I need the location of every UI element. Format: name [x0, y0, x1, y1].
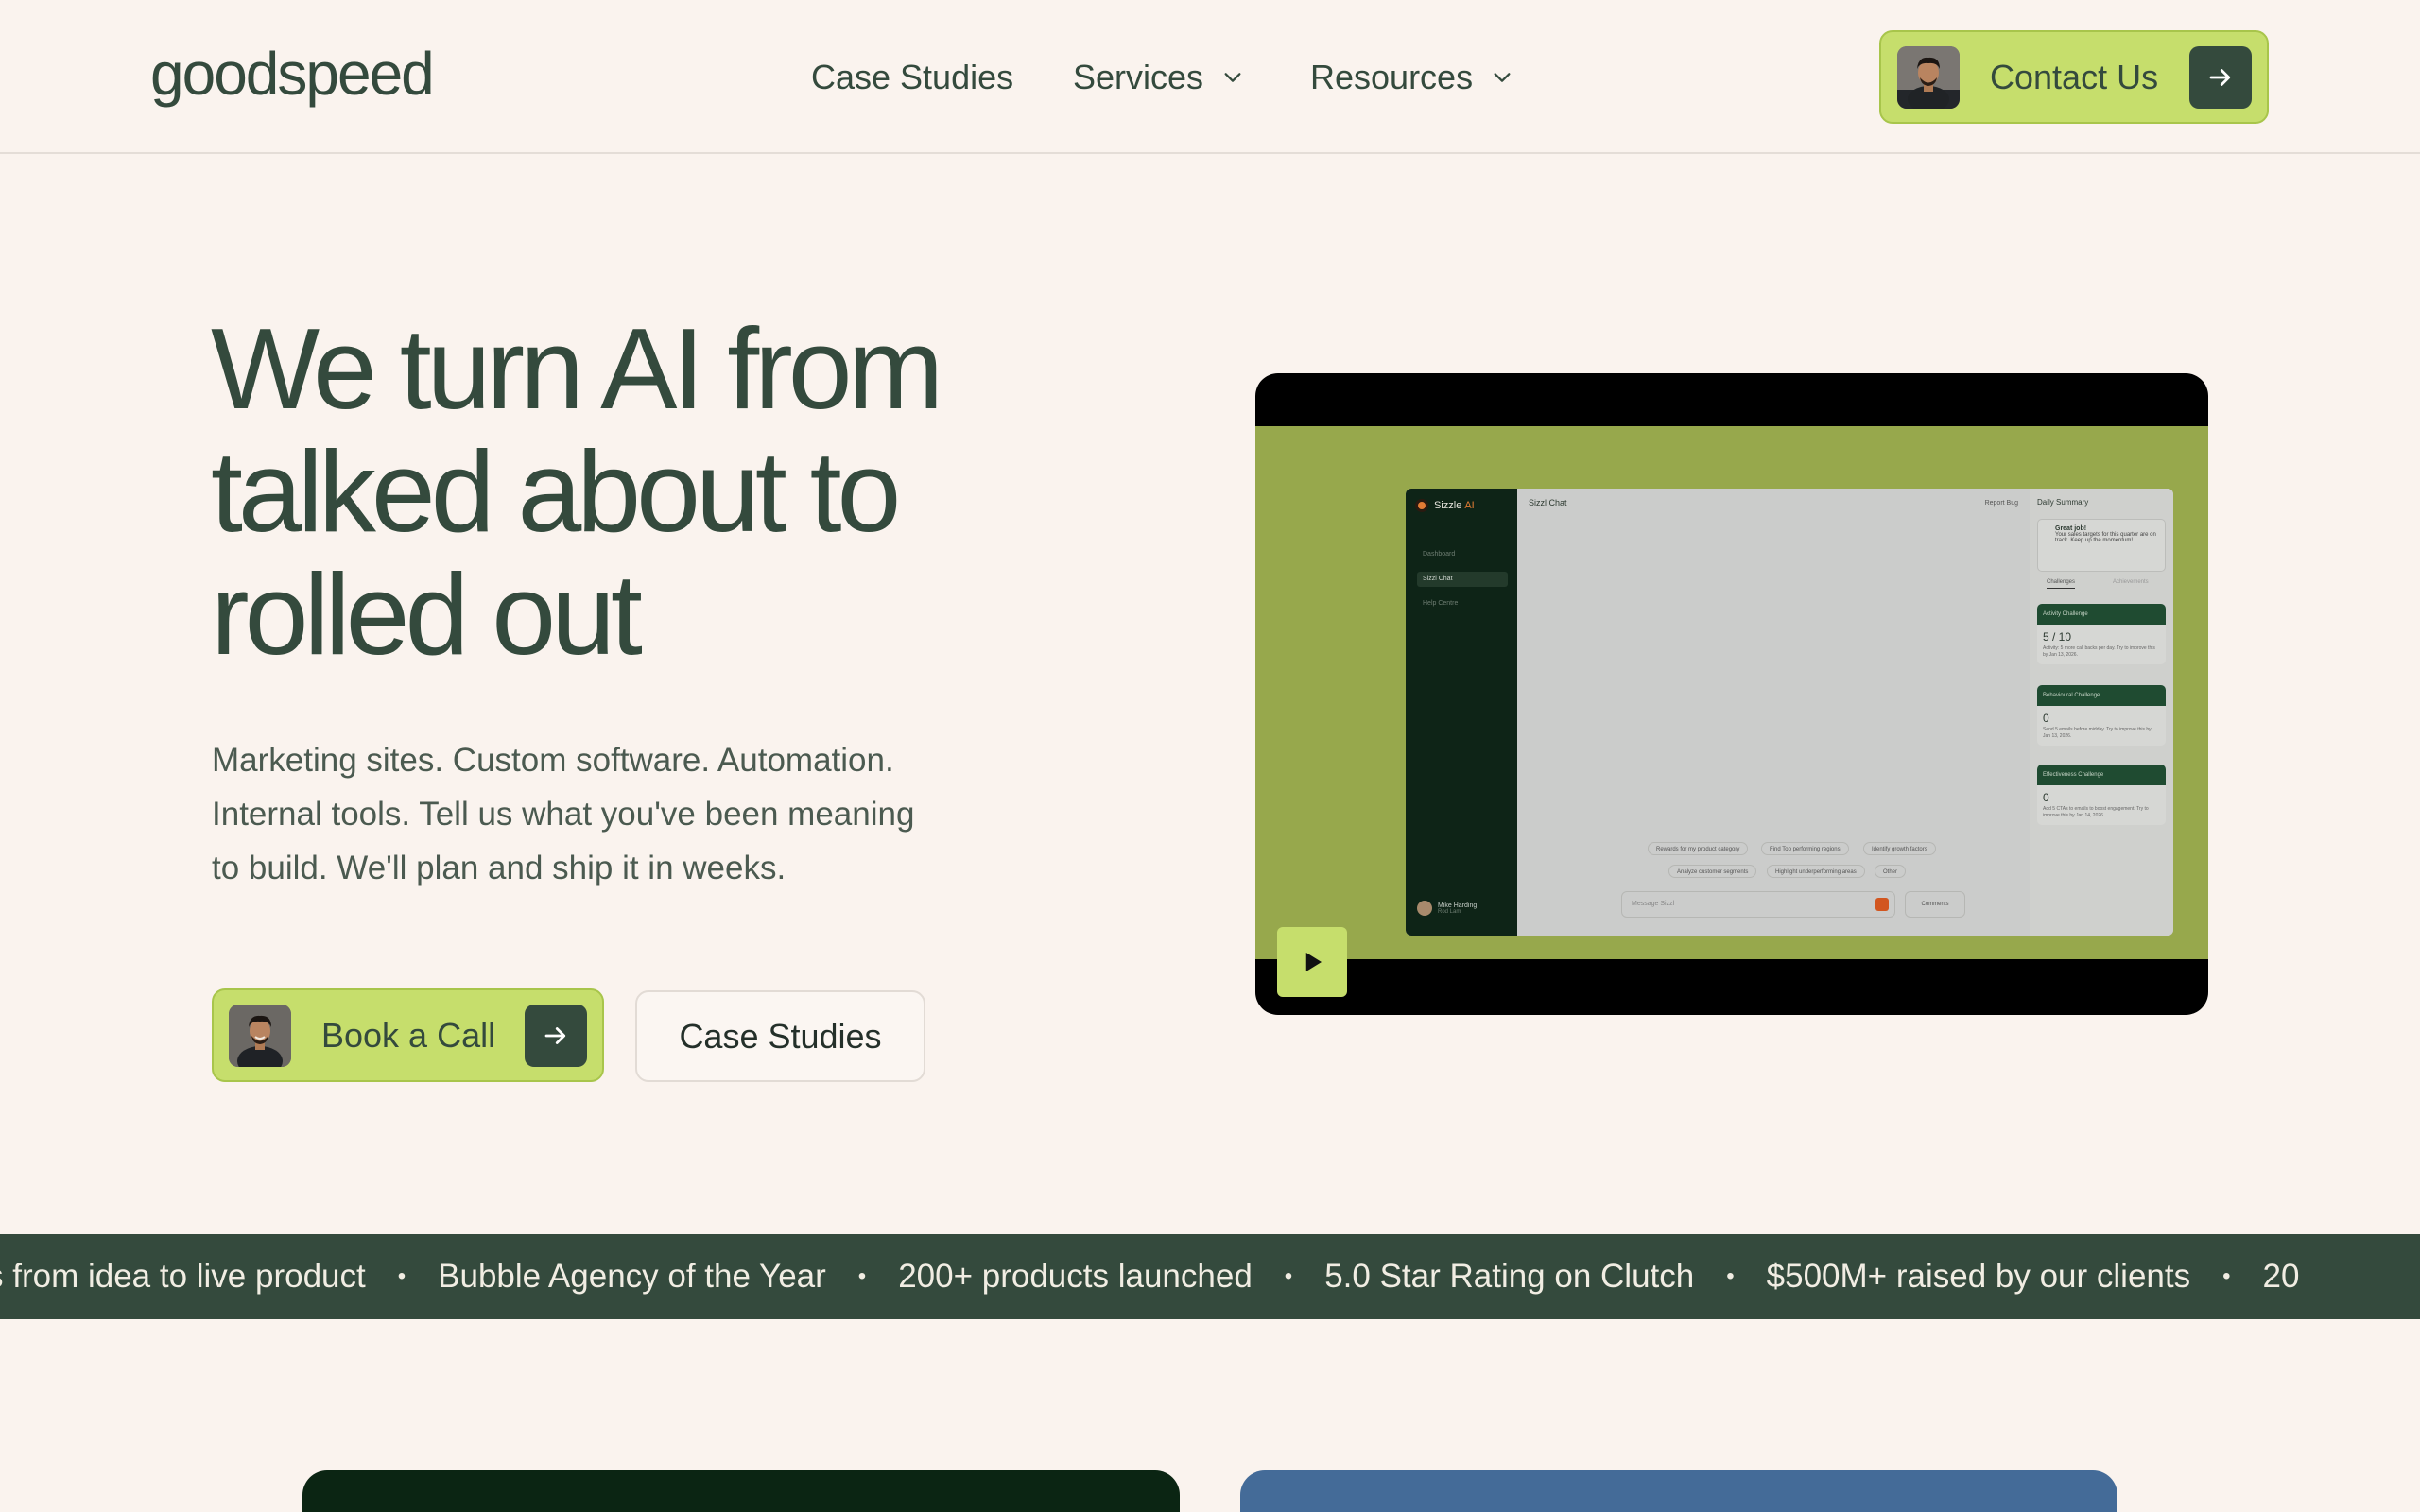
app-challenge-desc: Add 5 CTAs to emails to boost engagement… [2043, 806, 2149, 818]
hero-subtitle-line: Internal tools. Tell us what you've been… [212, 796, 915, 833]
app-challenge-card: Effectiveness Challenge 0 Add 5 CTAs to … [2037, 765, 2166, 825]
marquee-item: 200+ products launched [898, 1258, 1253, 1295]
app-suggestion-chip: Highlight underperforming areas [1767, 865, 1865, 878]
play-icon [1305, 953, 1322, 971]
contact-us-label: Contact Us [1990, 57, 2159, 96]
app-challenge-value: 5 / 10 [2043, 630, 2072, 644]
app-challenge-head: Effectiveness Challenge [2037, 765, 2166, 785]
app-challenge-value: 0 [2043, 791, 2049, 804]
nav-resources-label: Resources [1310, 58, 1474, 96]
app-user: Mike Harding Rod Lam [1417, 901, 1477, 916]
marquee-separator: • [2222, 1263, 2231, 1289]
app-tab: Challenges [2047, 579, 2076, 589]
app-report-bug: Report Bug [1984, 500, 2018, 507]
hero-subtitle-line: Marketing sites. Custom software. Automa… [212, 742, 894, 779]
hero-video[interactable]: Sizzle AI Dashboard Sizzl Chat Help Cent… [1255, 373, 2208, 1015]
hero-title-line: rolled out [211, 550, 643, 679]
site-header: goodspeed Case Studies Services Resource… [0, 0, 2420, 154]
nav-case-studies[interactable]: Case Studies [811, 49, 1013, 106]
brand-logo-icon [1415, 499, 1428, 512]
chevron-down-icon [1222, 67, 1243, 88]
hero-subtitle: Marketing sites. Custom software. Automa… [212, 733, 987, 895]
app-sidebar-link: Help Centre [1423, 600, 1459, 607]
hero-title: We turn AI from talked about to rolled o… [211, 307, 1062, 676]
app-sidebar-link: Dashboard [1423, 551, 1456, 558]
app-user-avatar [1417, 901, 1432, 916]
app-message-placeholder: Message Sizzl [1632, 901, 1675, 907]
app-challenge-desc: Send 5 emails before midday. Try to impr… [2043, 727, 2152, 739]
nav-case-studies-label: Case Studies [811, 58, 1014, 96]
nav-resources[interactable]: Resources [1310, 49, 1512, 106]
app-challenge-card: Behavioural Challenge 0 Send 5 emails be… [2037, 685, 2166, 746]
marquee-separator: • [1284, 1263, 1293, 1289]
marquee-item: 5.0 Star Rating on Clutch [1324, 1258, 1695, 1295]
app-great-job-card: Great job! Your sales targets for this q… [2037, 519, 2166, 572]
hero-title-line: We turn AI from [211, 304, 943, 433]
app-message-input: Message Sizzl [1621, 891, 1895, 918]
marquee-separator: • [1726, 1263, 1735, 1289]
book-a-call-button[interactable]: Book a Call [212, 988, 604, 1082]
app-summary-title: Daily Summary [2037, 498, 2089, 507]
app-brand-suffix: AI [1464, 500, 1475, 511]
app-brand: Sizzle AI [1415, 499, 1475, 512]
marquee-item: Bubble Agency of the Year [438, 1258, 826, 1295]
app-chat: Sizzl Chat Report Bug Rewards for my pro… [1517, 489, 2030, 936]
send-icon [1876, 898, 1889, 911]
app-suggestion-chip: Other [1875, 865, 1907, 878]
app-challenge-head: Activity Challenge [2037, 604, 2166, 625]
app-tab: Achievements [2113, 579, 2149, 585]
chevron-down-icon [1492, 67, 1512, 88]
marquee-separator: • [397, 1263, 406, 1289]
app-summary-tabs: Challenges Achievements [2037, 579, 2166, 593]
video-frame: Sizzle AI Dashboard Sizzl Chat Help Cent… [1255, 426, 2208, 959]
app-comments-button: Comments [1905, 891, 1965, 918]
avatar [1897, 45, 1960, 109]
feature-card-dark[interactable] [302, 1470, 1180, 1512]
contact-us-button[interactable]: Contact Us [1879, 30, 2269, 124]
app-brand-name: Sizzle [1434, 500, 1462, 511]
hero-subtitle-line: to build. We'll plan and ship it in week… [212, 850, 786, 886]
app-user-role: Rod Lam [1438, 908, 1461, 915]
app-great-text: Your sales targets for this quarter are … [2055, 532, 2156, 543]
app-user-name: Mike Harding [1438, 902, 1478, 909]
play-button[interactable] [1277, 927, 1347, 997]
feature-card-blue[interactable] [1240, 1470, 2118, 1512]
marquee-item: $500M+ raised by our clients [1766, 1258, 2191, 1295]
app-challenge-head: Behavioural Challenge [2037, 685, 2166, 706]
app-chat-title: Sizzl Chat [1529, 498, 1567, 507]
logo[interactable]: goodspeed [150, 38, 435, 110]
app-suggestion-chip: Find Top performing regions [1761, 842, 1849, 855]
app-suggestion-chip: Analyze customer segments [1668, 865, 1757, 878]
app-challenge-card: Activity Challenge 5 / 10 Activity: 5 mo… [2037, 604, 2166, 664]
nav-services[interactable]: Services [1073, 49, 1243, 106]
app-suggestion-chip: Rewards for my product category [1648, 842, 1749, 855]
nav-services-label: Services [1073, 58, 1204, 96]
app-sidebar-link: Sizzl Chat [1417, 572, 1508, 587]
arrow-right-icon [525, 1005, 587, 1067]
app-great-title: Great job! [2055, 525, 2087, 532]
marquee-item: s from idea to live product [0, 1258, 366, 1295]
arrow-right-icon [2189, 46, 2252, 109]
app-daily-summary: Daily Summary Great job! Your sales targ… [2030, 489, 2173, 936]
app-screenshot: Sizzle AI Dashboard Sizzl Chat Help Cent… [1406, 489, 2173, 936]
app-challenge-desc: Activity: 5 more call backs per day. Try… [2043, 645, 2155, 658]
marquee-track: s from idea to live product • Bubble Age… [0, 1234, 2299, 1319]
marquee-separator: • [857, 1263, 867, 1289]
stats-marquee: s from idea to live product • Bubble Age… [0, 1234, 2420, 1319]
case-studies-button[interactable]: Case Studies [635, 990, 925, 1082]
app-sidebar: Sizzle AI Dashboard Sizzl Chat Help Cent… [1406, 489, 1517, 936]
app-challenge-value: 0 [2043, 712, 2049, 725]
avatar [229, 1004, 291, 1067]
app-suggestion-chip: Identify growth factors [1863, 842, 1936, 855]
marquee-item: 20 [2262, 1258, 2300, 1295]
book-a-call-label: Book a Call [321, 1015, 496, 1055]
hero-title-line: talked about to [211, 427, 901, 556]
